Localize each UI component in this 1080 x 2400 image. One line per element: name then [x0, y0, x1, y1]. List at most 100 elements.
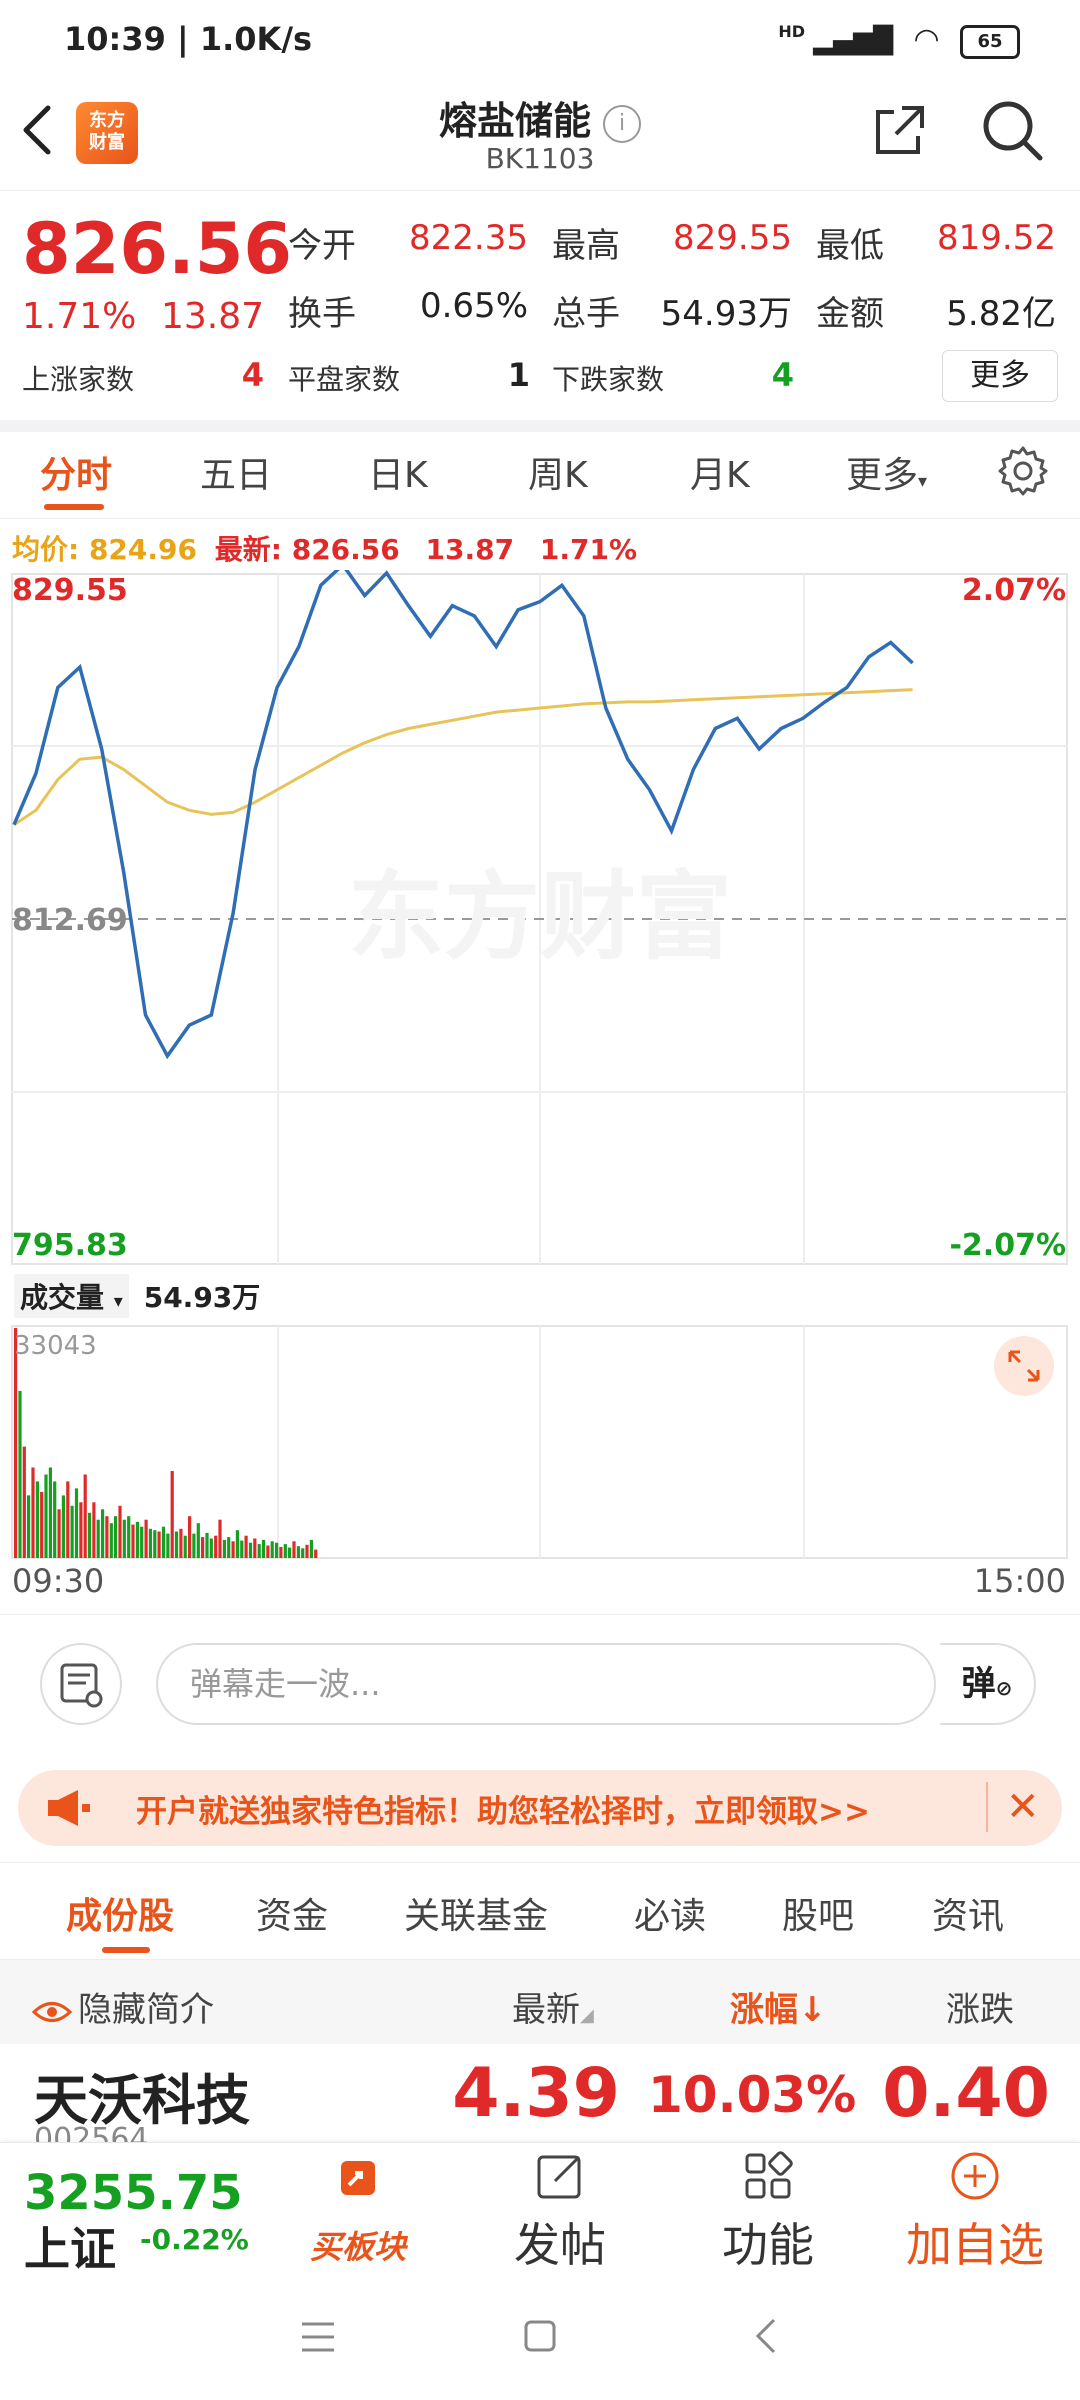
stock-change-pct: 10.03%: [648, 2066, 857, 2124]
latest-header: 最新: [512, 1990, 580, 2030]
volume-bar: [70, 1505, 74, 1558]
change-header: 涨跌: [946, 1990, 1014, 2030]
tab-related-funds[interactable]: 关联基金: [404, 1887, 548, 1939]
promo-banner[interactable]: 开户就送独家特色指标！助您轻松择时，立即领取>> ✕: [18, 1770, 1062, 1846]
volume-bar: [196, 1523, 200, 1558]
volume-bar: [87, 1512, 92, 1558]
buy-sector-button[interactable]: 买板块: [288, 2155, 428, 2269]
sort-icon: ◢: [580, 2005, 594, 2026]
volume-bar: [257, 1544, 261, 1558]
volume-bar: [109, 1523, 113, 1558]
volume-value: 54.93万: [660, 294, 792, 334]
edit-icon: [537, 2155, 581, 2199]
danmu-input[interactable]: 弹幕走一波...: [156, 1643, 936, 1725]
volume-bar: [14, 1328, 18, 1558]
tab-daily-k[interactable]: 日K: [368, 446, 428, 498]
volume-bar: [66, 1481, 70, 1558]
amount-label: 金额: [816, 294, 884, 334]
volume-bar: [153, 1530, 157, 1558]
tab-monthly-k[interactable]: 月K: [690, 446, 750, 498]
intraday-chart[interactable]: 东方财富 829.55 2.07% 812.69 795.83 -2.07% 3…: [0, 570, 1080, 1614]
volume-bar: [218, 1519, 222, 1558]
sort-change[interactable]: 涨跌: [946, 1982, 1014, 2031]
tab-forum[interactable]: 股吧: [782, 1887, 854, 1939]
volume-bar: [279, 1546, 283, 1558]
volume-bar: [174, 1531, 179, 1558]
volume-bar: [157, 1531, 161, 1558]
avg-label: 均价:: [12, 533, 80, 566]
volume-bar: [266, 1545, 270, 1558]
volume-bar: [53, 1481, 57, 1558]
post-button[interactable]: 发帖: [490, 2149, 630, 2275]
tab-must-read[interactable]: 必读: [634, 1887, 706, 1939]
sort-latest[interactable]: 最新◢: [512, 1982, 594, 2031]
hide-intro-toggle[interactable]: 隐藏简介: [31, 1982, 214, 2031]
volume-bar: [301, 1548, 305, 1558]
close-icon[interactable]: ✕: [986, 1782, 1040, 1832]
volume-bar: [183, 1535, 187, 1558]
turnover-label: 换手: [288, 294, 356, 334]
volume-bar: [148, 1528, 152, 1558]
x-start-label: 09:30: [12, 1562, 104, 1600]
info-icon[interactable]: i: [603, 104, 641, 143]
volume-bar: [214, 1535, 218, 1558]
sort-change-pct[interactable]: 涨幅↓: [730, 1982, 827, 2031]
flat-count-label: 平盘家数: [288, 363, 401, 396]
volume-bar: [188, 1516, 192, 1558]
home-icon[interactable]: [522, 2318, 558, 2354]
functions-button[interactable]: 功能: [698, 2149, 838, 2275]
volume-bar: [227, 1537, 231, 1558]
volume-bar: [205, 1532, 209, 1558]
volume-bar: [74, 1488, 79, 1558]
open-value: 822.35: [409, 218, 528, 258]
avg-value: 824.96: [88, 533, 198, 566]
more-stats-button[interactable]: 更多: [942, 350, 1058, 402]
avg-price-line: [13, 688, 913, 826]
gear-icon[interactable]: [996, 444, 1050, 498]
flat-count-value: 1: [507, 356, 530, 394]
watermark: 东方财富: [348, 861, 732, 973]
tab-news[interactable]: 资讯: [932, 1887, 1004, 1939]
plus-circle-icon: [951, 2152, 999, 2200]
note-button[interactable]: [40, 1643, 122, 1725]
share-icon[interactable]: [872, 102, 928, 158]
tab-intraday[interactable]: 分时: [40, 446, 112, 498]
index-ticker[interactable]: 3255.75 上证 -0.22%: [0, 2143, 270, 2276]
volume-bar: [27, 1495, 31, 1558]
volume-bar: [231, 1541, 235, 1558]
chat-bar: 弹幕走一波... 弹⊘: [0, 1614, 1080, 1755]
back-nav-icon[interactable]: [752, 2316, 782, 2356]
chart-tabs: 分时 五日 日K 周K 月K 更多▾: [0, 432, 1080, 519]
tab-five-day[interactable]: 五日: [200, 446, 272, 498]
table-row[interactable]: 天沃科技 002564 4.39 10.03% 0.40: [0, 2044, 1080, 2157]
danmu-toggle-button[interactable]: 弹⊘: [940, 1643, 1036, 1725]
eye-icon: [31, 2001, 73, 2022]
volume-bar: [114, 1516, 118, 1558]
volume-bar: [127, 1516, 131, 1558]
volume-bar: [253, 1538, 257, 1558]
index-change: -0.22%: [140, 2223, 249, 2256]
active-tab-indicator: [44, 504, 104, 510]
volume-bar: [240, 1540, 244, 1558]
search-icon[interactable]: [980, 98, 1044, 162]
tab-funds[interactable]: 资金: [256, 1887, 328, 1939]
add-watchlist-button[interactable]: 加自选: [880, 2149, 1070, 2275]
volume-max-label: 33043: [14, 1331, 97, 1361]
tab-more[interactable]: 更多▾: [846, 446, 927, 498]
expand-button[interactable]: [994, 1336, 1054, 1396]
tab-weekly-k[interactable]: 周K: [528, 446, 588, 498]
volume-bar: [283, 1544, 287, 1558]
volume-indicator-select[interactable]: 成交量 ▾: [14, 1274, 129, 1318]
functions-label: 功能: [722, 2218, 814, 2272]
buy-sector-icon: [341, 2161, 375, 2195]
volume-total: 54.93万: [143, 1281, 261, 1314]
latest-change: 13.87: [425, 533, 515, 566]
menu-icon[interactable]: [298, 2320, 338, 2354]
volume-bar: [40, 1491, 44, 1558]
dropdown-caret-icon: ▾: [113, 1291, 123, 1312]
volume-bar: [192, 1533, 196, 1558]
change-value: 13.87: [160, 296, 264, 337]
volume-header: 成交量 ▾ 54.93万: [14, 1274, 260, 1318]
tab-constituents[interactable]: 成份股: [66, 1887, 174, 1939]
danmu-label: 弹: [961, 1664, 996, 1704]
